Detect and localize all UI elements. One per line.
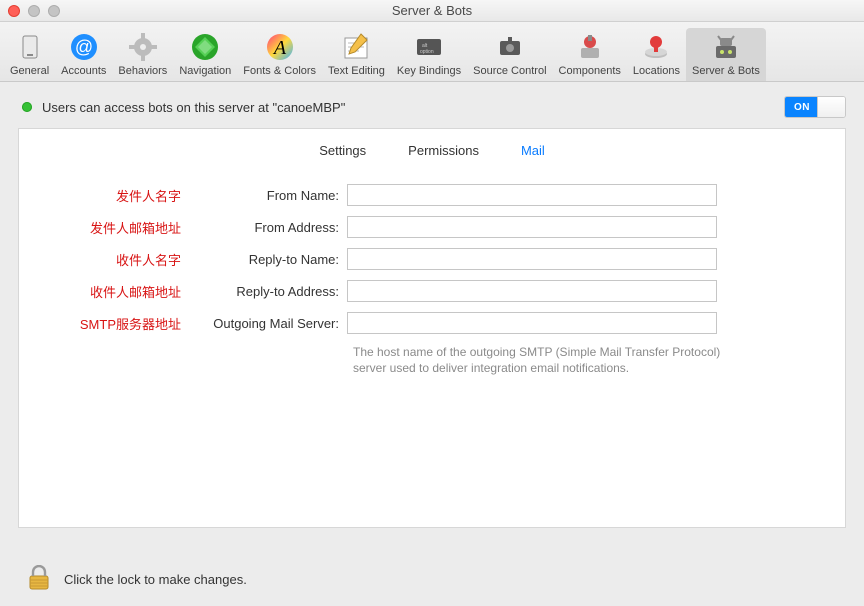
reply-to-address-input[interactable] xyxy=(347,280,717,302)
lock-icon[interactable] xyxy=(28,565,50,594)
close-window-button[interactable] xyxy=(8,5,20,17)
toolbar-item-general[interactable]: General xyxy=(4,28,55,81)
settings-panel: Settings Permissions Mail 发件人名字 From Nam… xyxy=(18,128,846,528)
at-sign-icon: @ xyxy=(68,31,100,63)
status-row: Users can access bots on this server at … xyxy=(0,82,864,128)
components-icon xyxy=(574,31,606,63)
toolbar-label: Components xyxy=(559,65,621,77)
toolbar-item-components[interactable]: Components xyxy=(553,28,627,81)
toolbar-label: Navigation xyxy=(179,65,231,77)
fonts-colors-icon: A xyxy=(264,31,296,63)
field-label: Outgoing Mail Server: xyxy=(187,316,347,331)
toolbar-label: Fonts & Colors xyxy=(243,65,316,77)
toolbar-label: Server & Bots xyxy=(692,65,760,77)
annotation: 收件人名字 xyxy=(47,250,187,269)
reply-to-name-input[interactable] xyxy=(347,248,717,270)
gear-icon xyxy=(127,31,159,63)
row-reply-to-name: 收件人名字 Reply-to Name: xyxy=(47,248,817,270)
svg-text:@: @ xyxy=(75,37,93,57)
server-toggle[interactable]: ON xyxy=(784,96,846,118)
field-label: From Address: xyxy=(187,220,347,235)
toolbar-label: General xyxy=(10,65,49,77)
annotation: 发件人邮箱地址 xyxy=(47,218,187,237)
minimize-window-button[interactable] xyxy=(28,5,40,17)
toolbar-label: Source Control xyxy=(473,65,546,77)
tab-settings[interactable]: Settings xyxy=(319,143,366,158)
lock-text: Click the lock to make changes. xyxy=(64,572,247,587)
field-label: From Name: xyxy=(187,188,347,203)
toolbar-item-text-editing[interactable]: Text Editing xyxy=(322,28,391,81)
annotation: 发件人名字 xyxy=(47,186,187,205)
toolbar-label: Text Editing xyxy=(328,65,385,77)
switch-on-label: ON xyxy=(785,97,819,117)
field-label: Reply-to Address: xyxy=(187,284,347,299)
server-bots-icon xyxy=(710,31,742,63)
outgoing-mail-server-input[interactable] xyxy=(347,312,717,334)
content-area: Users can access bots on this server at … xyxy=(0,82,864,606)
toolbar-label: Key Bindings xyxy=(397,65,461,77)
navigation-icon xyxy=(189,31,221,63)
svg-text:A: A xyxy=(272,37,287,59)
tab-mail[interactable]: Mail xyxy=(521,143,545,158)
mail-form: 发件人名字 From Name: 发件人邮箱地址 From Address: 收… xyxy=(19,168,845,376)
annotation: SMTP服务器地址 xyxy=(47,314,187,333)
locations-icon xyxy=(640,31,672,63)
status-indicator-icon xyxy=(22,102,32,112)
toolbar-item-key-bindings[interactable]: altoption Key Bindings xyxy=(391,28,467,81)
row-from-name: 发件人名字 From Name: xyxy=(47,184,817,206)
from-address-input[interactable] xyxy=(347,216,717,238)
field-label: Reply-to Name: xyxy=(187,252,347,267)
toolbar-item-server-bots[interactable]: Server & Bots xyxy=(686,28,766,81)
toolbar-item-fonts-colors[interactable]: A Fonts & Colors xyxy=(237,28,322,81)
window-controls xyxy=(8,5,60,17)
toolbar-item-behaviors[interactable]: Behaviors xyxy=(112,28,173,81)
zoom-window-button[interactable] xyxy=(48,5,60,17)
lock-row: Click the lock to make changes. xyxy=(0,560,864,606)
tab-permissions[interactable]: Permissions xyxy=(408,143,479,158)
window-title: Server & Bots xyxy=(0,3,864,18)
row-outgoing-server: SMTP服务器地址 Outgoing Mail Server: xyxy=(47,312,817,334)
row-reply-to-address: 收件人邮箱地址 Reply-to Address: xyxy=(47,280,817,302)
toolbar-item-locations[interactable]: Locations xyxy=(627,28,686,81)
toolbar-item-navigation[interactable]: Navigation xyxy=(173,28,237,81)
status-text: Users can access bots on this server at … xyxy=(42,100,784,115)
panel-tabs: Settings Permissions Mail xyxy=(19,129,845,168)
toolbar-label: Accounts xyxy=(61,65,106,77)
annotation: 收件人邮箱地址 xyxy=(47,282,187,301)
titlebar: Server & Bots xyxy=(0,0,864,22)
preferences-toolbar: General @ Accounts Behaviors Navigation … xyxy=(0,22,864,82)
source-control-icon xyxy=(494,31,526,63)
toolbar-label: Behaviors xyxy=(118,65,167,77)
row-from-address: 发件人邮箱地址 From Address: xyxy=(47,216,817,238)
outgoing-server-help-text: The host name of the outgoing SMTP (Simp… xyxy=(353,344,733,376)
switch-knob xyxy=(817,97,845,117)
key-bindings-icon: altoption xyxy=(413,31,445,63)
toolbar-item-source-control[interactable]: Source Control xyxy=(467,28,552,81)
general-icon xyxy=(14,31,46,63)
from-name-input[interactable] xyxy=(347,184,717,206)
text-editing-icon xyxy=(340,31,372,63)
toolbar-item-accounts[interactable]: @ Accounts xyxy=(55,28,112,81)
toolbar-label: Locations xyxy=(633,65,680,77)
svg-text:option: option xyxy=(420,49,434,55)
